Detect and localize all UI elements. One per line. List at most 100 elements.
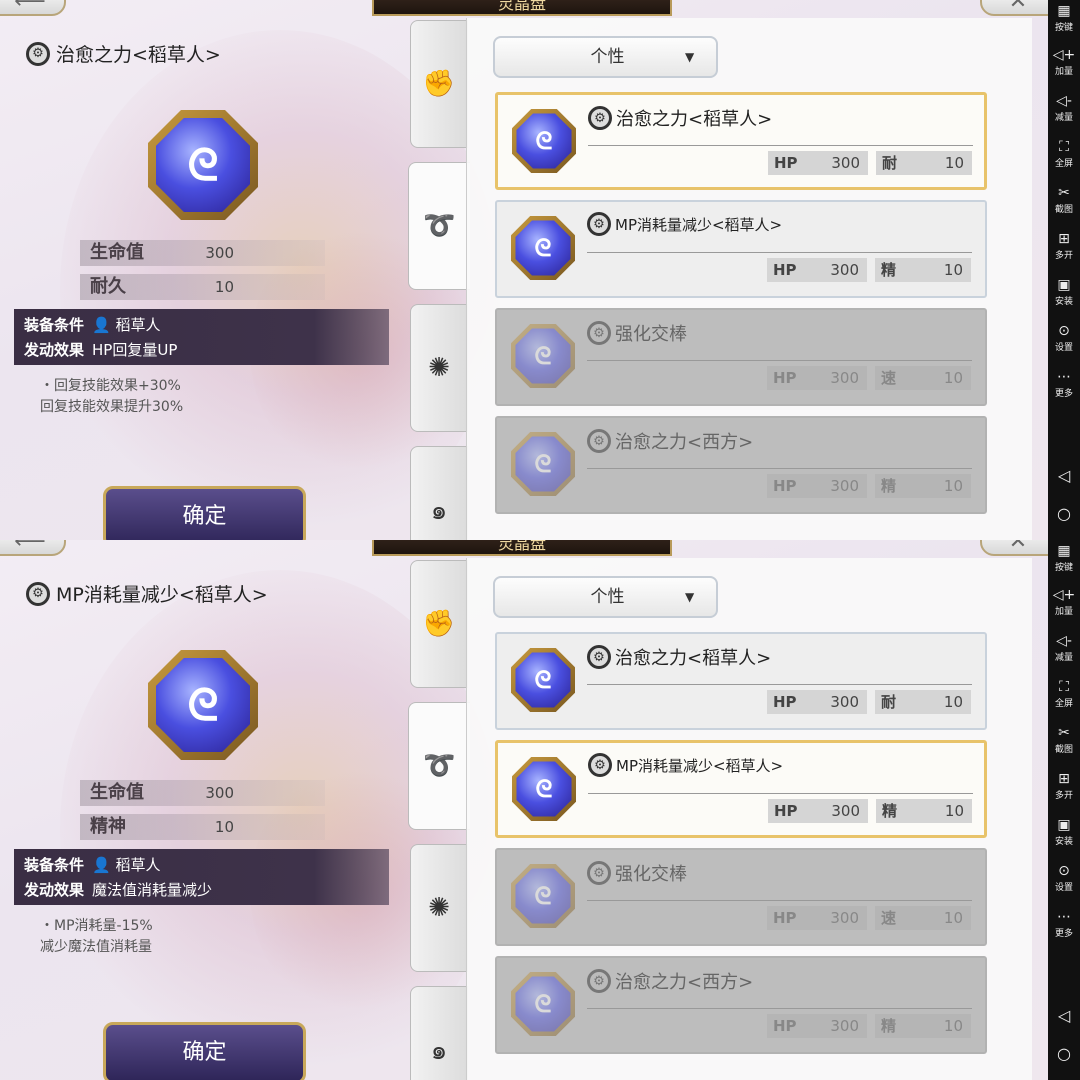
fist-icon: ✊ xyxy=(422,69,456,99)
divider xyxy=(587,900,972,901)
close-icon: ✕ xyxy=(1008,540,1028,554)
gear-icon: ⚙ xyxy=(588,753,612,777)
secondary-stat: 速 10 xyxy=(875,366,971,390)
stat-label: 耐久 xyxy=(90,276,126,297)
person-icon: 👤 xyxy=(92,856,111,874)
crystal-gem-icon: ᘓ xyxy=(511,648,575,712)
crystal-card[interactable]: ᘓ ⚙ MP消耗量减少<稻草人> HP 300 精 10 xyxy=(495,740,987,838)
install-apk-button[interactable]: ▣ 安装 xyxy=(1048,276,1080,307)
crystal-card[interactable]: ᘓ ⚙ 治愈之力<稻草人> HP 300 耐 10 xyxy=(495,92,987,190)
fullscreen-icon: ⛶ xyxy=(1059,679,1069,695)
screen-top: ⟵ 灵晶盘 ✕ ⚙ 治愈之力<稻草人> ᘓ 生命值 300 耐久 10 装备条件… xyxy=(0,0,1048,540)
detail-title: ⚙ 治愈之力<稻草人> xyxy=(26,40,221,67)
crystal-card[interactable]: ᘓ ⚙ 治愈之力<稻草人> HP 300 耐 10 xyxy=(495,632,987,730)
keymap-button[interactable]: ▦ 按键 xyxy=(1048,542,1080,573)
more-button[interactable]: ⋯ 更多 xyxy=(1048,368,1080,399)
tab-spiral[interactable]: ➰ xyxy=(408,702,470,830)
star-icon: ✺ xyxy=(428,893,450,923)
multi-instance-button[interactable]: ⊞ 多开 xyxy=(1048,230,1080,261)
hp-stat: HP 300 xyxy=(767,690,867,714)
card-title: ⚙ MP消耗量减少<稻草人> xyxy=(587,212,782,236)
spiral-icon: ➰ xyxy=(423,211,456,241)
hp-stat: HP 300 xyxy=(768,151,868,175)
crystal-card[interactable]: ᘓ ⚙ 治愈之力<西方> HP 300 精 10 xyxy=(495,956,987,1054)
crystal-gem-icon: ᘓ xyxy=(511,324,575,388)
more-icon: ⋯ xyxy=(1057,909,1071,925)
fullscreen-button[interactable]: ⛶ 全屏 xyxy=(1048,678,1080,709)
secondary-stat: 精 10 xyxy=(876,799,972,823)
settings-button[interactable]: ⊙ 设置 xyxy=(1048,862,1080,893)
screenshot-button[interactable]: ✂ 截图 xyxy=(1048,184,1080,215)
back-button[interactable]: ⟵ xyxy=(0,540,66,556)
volume-down-button[interactable]: ◁- 减量 xyxy=(1048,92,1080,123)
settings-button[interactable]: ⊙ 设置 xyxy=(1048,322,1080,353)
tab-spiral[interactable]: ➰ xyxy=(408,162,470,290)
divider xyxy=(587,360,972,361)
nav-back-icon[interactable]: ◁ xyxy=(1048,466,1080,485)
gear-icon: ⚙ xyxy=(588,106,612,130)
fullscreen-button[interactable]: ⛶ 全屏 xyxy=(1048,138,1080,169)
multi-instance-button[interactable]: ⊞ 多开 xyxy=(1048,770,1080,801)
divider xyxy=(587,684,972,685)
spiral-icon: ➰ xyxy=(423,751,456,781)
star-icon: ✺ xyxy=(428,353,450,383)
stat-value: 10 xyxy=(214,278,234,296)
tab-star[interactable]: ✺ xyxy=(410,304,468,432)
keymap-button[interactable]: ▦ 按键 xyxy=(1048,2,1080,33)
back-arrow-icon: ⟵ xyxy=(14,0,46,14)
gear-icon: ⚙ xyxy=(587,429,611,453)
gear-icon: ⚙ xyxy=(587,861,611,885)
crystal-card[interactable]: ᘓ ⚙ MP消耗量减少<稻草人> HP 300 精 10 xyxy=(495,200,987,298)
close-button[interactable]: ✕ xyxy=(980,0,1048,16)
volume-down-button[interactable]: ◁- 减量 xyxy=(1048,632,1080,663)
secondary-stat: 精 10 xyxy=(875,258,971,282)
filter-dropdown[interactable]: 个性 ▼ xyxy=(493,36,718,78)
hp-stat: HP 300 xyxy=(767,474,867,498)
more-button[interactable]: ⋯ 更多 xyxy=(1048,908,1080,939)
screen-bottom: ⟵ 灵晶盘 ✕ ⚙ MP消耗量减少<稻草人> ᘓ 生命值 300 精神 10 装… xyxy=(0,540,1048,1080)
tab-swirl[interactable]: ๑ xyxy=(410,446,468,540)
tab-fist[interactable]: ✊ xyxy=(410,560,468,688)
card-title: ⚙ 强化交棒 xyxy=(587,860,687,886)
tab-star[interactable]: ✺ xyxy=(410,844,468,972)
card-title: ⚙ 治愈之力<西方> xyxy=(587,968,753,994)
crystal-card[interactable]: ᘓ ⚙ 强化交棒 HP 300 速 10 xyxy=(495,848,987,946)
volume-up-button[interactable]: ◁+ 加量 xyxy=(1048,586,1080,617)
equip-condition: 装备条件 👤 稻草人 xyxy=(24,316,161,334)
crystal-gem-icon: ᘓ xyxy=(512,109,576,173)
hp-stat: HP 300 xyxy=(768,799,868,823)
close-button[interactable]: ✕ xyxy=(980,540,1048,556)
nav-home-icon[interactable]: ○ xyxy=(1048,504,1080,523)
condition-box: 装备条件 👤 稻草人 发动效果 HP回复量UP xyxy=(14,309,389,365)
filter-dropdown[interactable]: 个性 ▼ xyxy=(493,576,718,618)
stat-label: 生命值 xyxy=(90,782,144,803)
gear-icon: ⚙ xyxy=(587,212,611,236)
tab-fist[interactable]: ✊ xyxy=(410,20,468,148)
scissors-icon: ✂ xyxy=(1058,185,1070,201)
keyboard-icon: ▦ xyxy=(1057,543,1071,559)
crystal-card[interactable]: ᘓ ⚙ 治愈之力<西方> HP 300 精 10 xyxy=(495,416,987,514)
equip-condition: 装备条件 👤 稻草人 xyxy=(24,856,161,874)
volume-up-button[interactable]: ◁+ 加量 xyxy=(1048,46,1080,77)
volume-up-icon: ◁+ xyxy=(1052,47,1076,63)
divider xyxy=(588,793,973,794)
screenshot-button[interactable]: ✂ 截图 xyxy=(1048,724,1080,755)
crystal-card[interactable]: ᘓ ⚙ 强化交棒 HP 300 速 10 xyxy=(495,308,987,406)
volume-up-icon: ◁+ xyxy=(1052,587,1076,603)
card-title: ⚙ 强化交棒 xyxy=(587,320,687,346)
condition-box: 装备条件 👤 稻草人 发动效果 魔法值消耗量减少 xyxy=(14,849,389,905)
nav-home-icon[interactable]: ○ xyxy=(1048,1044,1080,1063)
tab-swirl[interactable]: ๑ xyxy=(410,986,468,1080)
effect-description: ・MP消耗量-15% 减少魔法值消耗量 xyxy=(40,918,153,955)
fist-icon: ✊ xyxy=(422,609,456,639)
stat-value: 10 xyxy=(214,818,234,836)
install-apk-button[interactable]: ▣ 安装 xyxy=(1048,816,1080,847)
emulator-sidebar: ▦ 按键 ◁+ 加量 ◁- 减量 ⛶ 全屏 ✂ 截图 ⊞ 多开 ▣ 安装 ⊙ 设置 ⋯ 更多 ◁ … xyxy=(1048,0,1080,1080)
back-button[interactable]: ⟵ xyxy=(0,0,66,16)
confirm-button[interactable]: 确定 xyxy=(103,486,306,540)
apk-icon: ▣ xyxy=(1057,817,1071,833)
swirl-icon: ๑ xyxy=(430,495,448,526)
confirm-button[interactable]: 确定 xyxy=(103,1022,306,1080)
nav-back-icon[interactable]: ◁ xyxy=(1048,1006,1080,1025)
trigger-effect: 发动效果 HP回复量UP xyxy=(24,341,178,359)
